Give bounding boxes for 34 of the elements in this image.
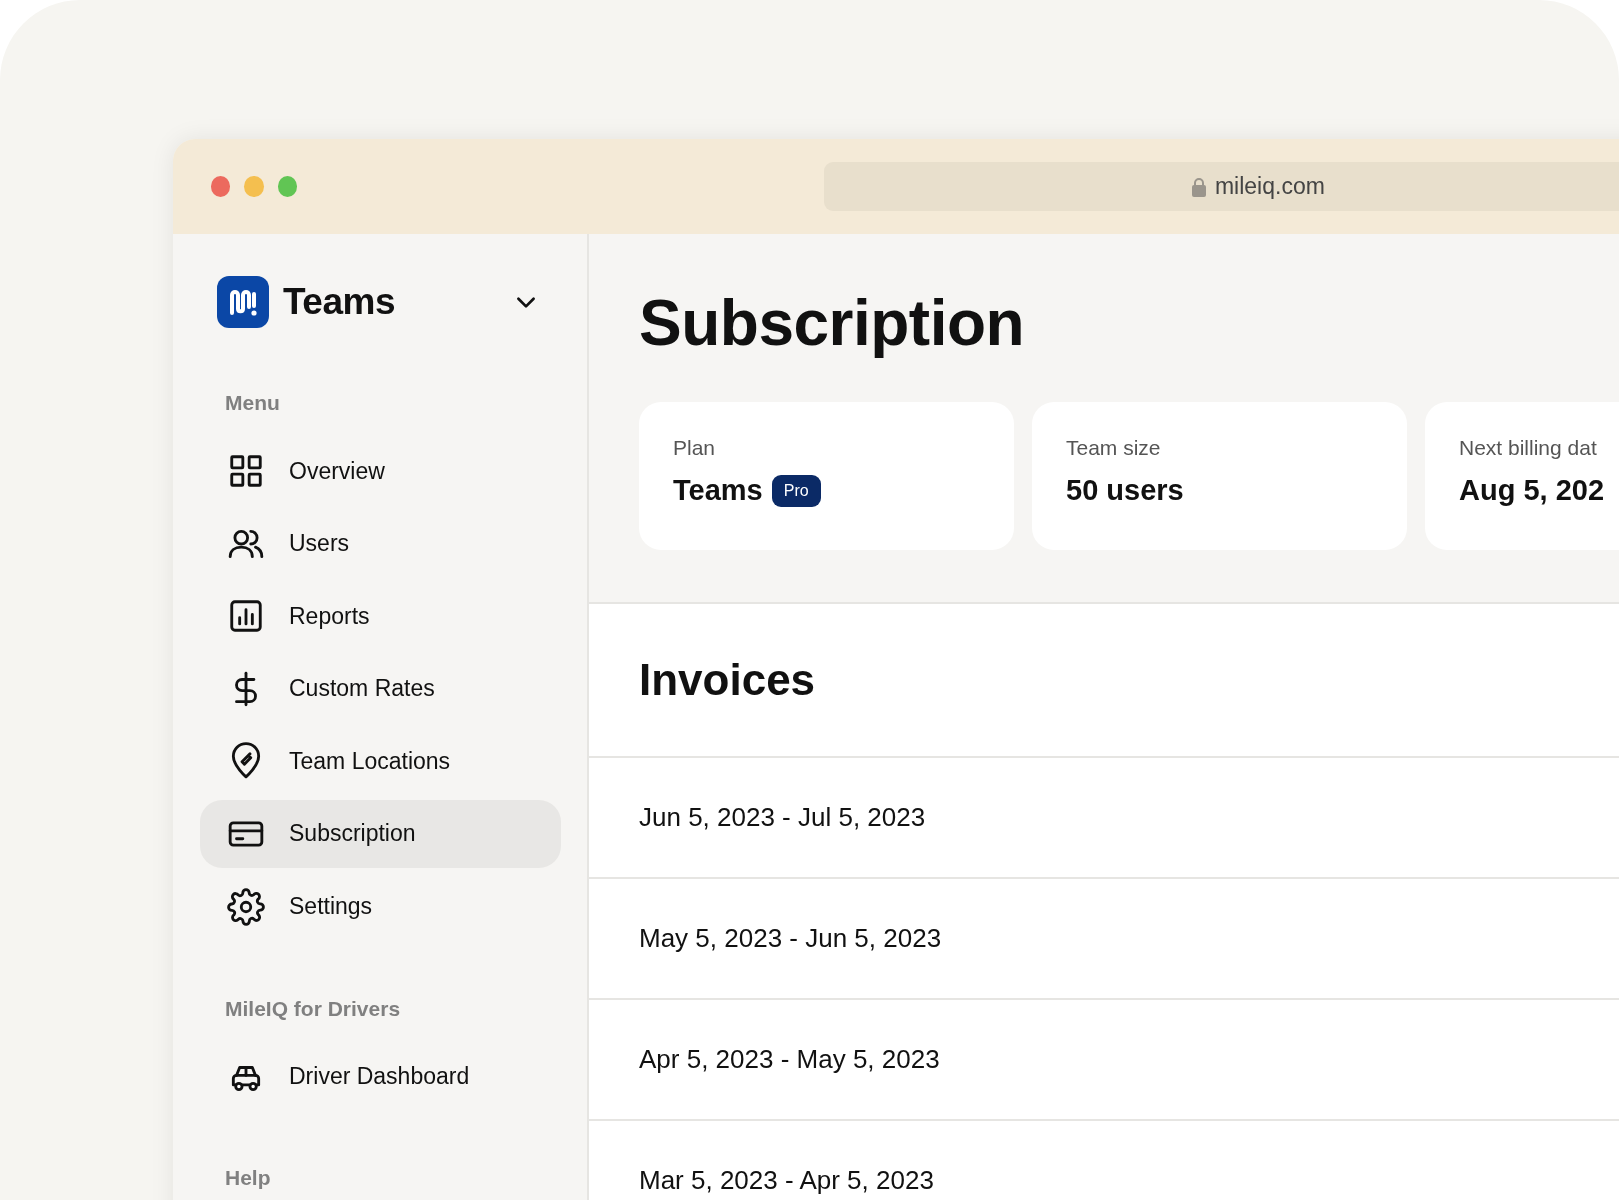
nav-item[interactable]: Users [200,509,561,578]
card-label: Plan [673,436,717,460]
section-heading: Help [224,1165,272,1190]
lock-icon [1191,176,1206,197]
logo-icon [217,276,269,328]
invoice-period[interactable]: Apr 5, 2023 - May 5, 2023 [639,1044,940,1075]
section-title: Invoices [639,655,816,705]
nav-item[interactable]: Reports [200,582,561,651]
address-bar[interactable]: mileiq.com [823,162,1619,211]
nav-item[interactable]: Subscription [200,799,561,868]
card-value: Teams [673,474,763,507]
invoice-period[interactable]: Mar 5, 2023 - Apr 5, 2023 [639,1165,934,1196]
nav-item[interactable]: Driver Dashboard [200,1042,561,1111]
page-title: Subscription [639,288,1026,358]
nav-item[interactable]: Team Locations [200,727,561,796]
card-label: Team size [1066,436,1162,460]
brand-name: Teams [283,281,396,323]
section-heading: Menu [224,391,281,415]
plan-badge: Pro [771,474,821,507]
card-label: Next billing dat [1459,436,1598,460]
section-heading: MileIQ for Drivers [224,996,402,1021]
url-text: mileiq.com [1214,173,1325,200]
card-value: Aug 5, 202 [1459,474,1605,507]
invoice-period[interactable]: May 5, 2023 - Jun 5, 2023 [639,923,942,954]
nav-item[interactable]: Custom Rates [200,654,561,723]
grid-icon [227,452,265,490]
maximize-button[interactable] [277,176,297,197]
card-value: 50 users [1066,474,1184,507]
nav-item[interactable]: Overview [200,437,561,505]
invoice-period[interactable]: Jun 5, 2023 - Jul 5, 2023 [639,802,926,833]
nav-item[interactable]: Settings [200,872,561,941]
minimize-button[interactable] [244,176,264,197]
settings-icon [227,887,265,926]
close-button[interactable] [211,176,231,197]
